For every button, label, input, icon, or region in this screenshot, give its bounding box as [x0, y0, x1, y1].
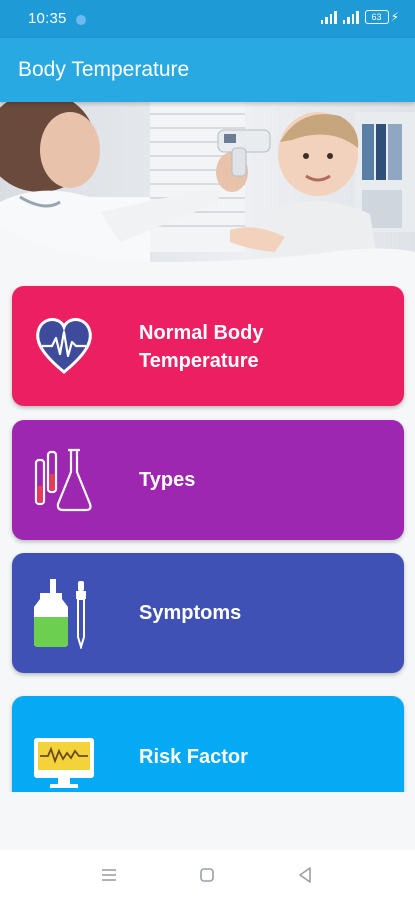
signal-icon-2	[342, 10, 359, 24]
menu-icon[interactable]	[96, 862, 122, 888]
monitor-wave-icon	[34, 738, 94, 788]
card-types[interactable]: Types	[12, 420, 404, 540]
lab-flasks-icon	[34, 448, 92, 512]
card-label: Normal Body Temperature	[139, 319, 263, 375]
card-label-line2: Temperature	[139, 350, 259, 372]
card-normal-body-temperature[interactable]: Normal Body Temperature	[12, 286, 404, 406]
notification-dot-icon	[78, 17, 84, 23]
back-triangle-icon[interactable]	[292, 862, 318, 888]
card-label: Risk Factor	[139, 746, 248, 768]
status-icons: 63 ⚡	[320, 10, 399, 24]
battery-level: 63	[364, 10, 389, 24]
status-time: 10:35	[28, 10, 67, 27]
card-label: Symptoms	[139, 602, 242, 624]
battery-icon: 63 ⚡	[364, 10, 399, 24]
home-square-icon[interactable]	[194, 862, 220, 888]
menu-list: Normal Body Temperature Types Symptoms R…	[0, 276, 415, 792]
signal-icon	[320, 10, 337, 24]
system-nav-bar	[0, 850, 415, 900]
card-symptoms[interactable]: Symptoms	[12, 553, 404, 673]
page-title: Body Temperature	[18, 58, 190, 81]
dropper-bottle-icon	[34, 579, 86, 649]
heart-pulse-icon	[36, 318, 92, 374]
app-bar: Body Temperature	[0, 38, 415, 102]
card-label-line1: Normal Body	[139, 322, 264, 344]
hero-image	[0, 102, 415, 276]
charging-bolt-icon: ⚡	[390, 10, 399, 24]
status-bar: 10:35 63 ⚡	[0, 0, 415, 38]
doctor-child-thermometer-photo	[0, 102, 415, 276]
card-risk-factor[interactable]: Risk Factor	[12, 696, 404, 792]
card-label: Types	[139, 469, 196, 491]
